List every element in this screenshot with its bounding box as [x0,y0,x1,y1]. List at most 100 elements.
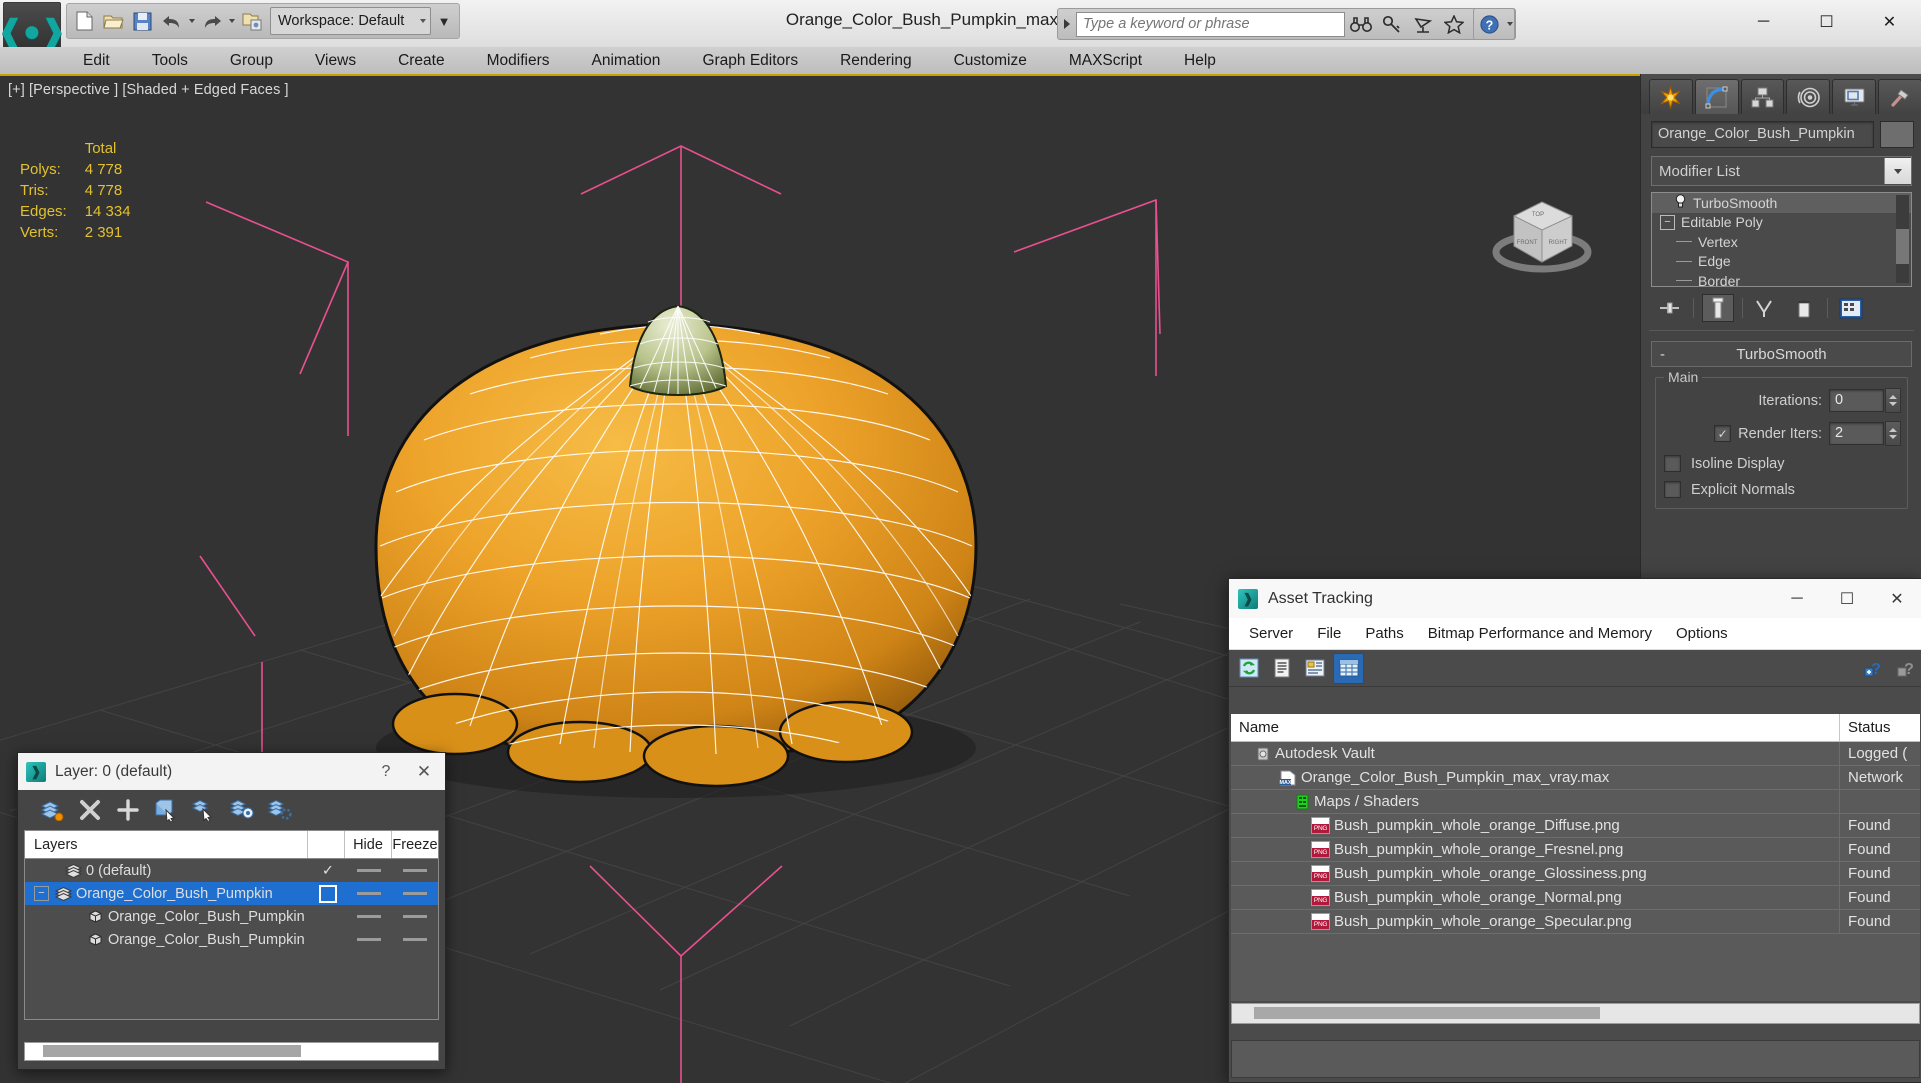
workspace-selector[interactable]: Workspace: Default [270,7,431,35]
maximize-button[interactable]: ☐ [1795,0,1858,44]
asset-minimize-button[interactable]: ─ [1772,580,1822,617]
layer-row[interactable]: Orange_Color_Bush_Pumpkin [25,928,438,951]
binoculars-icon[interactable] [1345,10,1376,39]
render-iters-checkbox[interactable]: ✓ [1714,425,1732,442]
modifier-stack-scrollbar[interactable] [1896,195,1909,283]
layer-hide-toggle[interactable] [346,938,392,941]
new-file-button[interactable] [71,7,98,35]
delete-x-icon[interactable] [78,798,102,822]
menu-item-edit[interactable]: Edit [62,47,131,74]
redo-button[interactable] [198,7,225,35]
menu-item-customize[interactable]: Customize [933,47,1048,74]
make-unique-icon[interactable] [1751,295,1781,321]
layer-close-button[interactable]: ✕ [403,755,445,789]
asset-grid[interactable]: Name Status Autodesk Vault Logged (MAX Ora… [1231,714,1920,1001]
tab-create[interactable] [1649,79,1693,114]
detail-view-icon[interactable] [1300,654,1329,683]
menu-item-create[interactable]: Create [377,47,466,74]
layer-row[interactable]: Orange_Color_Bush_Pumpkin [25,905,438,928]
iterations-spinner[interactable]: 0 [1829,388,1901,413]
undo-button[interactable] [158,7,185,35]
search-expand-button[interactable] [1058,10,1076,38]
asset-row[interactable]: Bush_pumpkin_whole_orange_Normal.png Foun… [1231,886,1920,910]
asset-menu-item-paths[interactable]: Paths [1353,618,1415,649]
asset-row[interactable]: MAX Orange_Color_Bush_Pumpkin_max_vray.ma… [1231,766,1920,790]
menu-item-group[interactable]: Group [209,47,294,74]
layer-freeze-toggle[interactable] [392,892,438,895]
collapse-icon[interactable]: - [1660,346,1665,363]
object-name-field[interactable]: Orange_Color_Bush_Pumpkin [1651,121,1874,148]
star-icon[interactable] [1438,10,1469,39]
scrollbar-thumb[interactable] [1896,229,1909,264]
asset-menu-item-options[interactable]: Options [1664,618,1740,649]
menu-item-animation[interactable]: Animation [571,47,682,74]
layer-row[interactable]: − Orange_Color_Bush_Pumpkin [25,882,438,905]
layer-hide-toggle[interactable] [346,869,392,872]
render-iters-spinner-arrows[interactable] [1885,421,1901,446]
asset-horizontal-scrollbar[interactable] [1231,1003,1920,1024]
modifier-stack-item-edge[interactable]: Edge [1652,252,1911,272]
set-project-folder-button[interactable] [238,7,265,35]
modifier-list-dropdown[interactable]: Modifier List [1651,156,1912,186]
open-file-button[interactable] [100,7,127,35]
workspace-menu-button[interactable]: ▼ [433,6,455,36]
asset-row[interactable]: Maps / Shaders [1231,790,1920,814]
layer-hide-toggle[interactable] [346,892,392,895]
chevron-down-icon[interactable] [1884,158,1911,184]
asset-row[interactable]: Autodesk Vault Logged ( [1231,742,1920,766]
layer-freeze-toggle[interactable] [392,869,438,872]
satellite-dish-icon[interactable] [1407,10,1438,39]
asset-tracking-dialog[interactable]: ❱ Asset Tracking ─ ☐ ✕ Server File Paths Bi… [1228,578,1921,1083]
list-lines-icon[interactable] [1267,654,1296,683]
menu-item-maxscript[interactable]: MAXScript [1048,47,1163,74]
modifier-stack-item-turbosmooth[interactable]: TurboSmooth [1652,193,1911,213]
asset-maximize-button[interactable]: ☐ [1822,580,1872,617]
asset-menu-item-server[interactable]: Server [1237,618,1305,649]
refresh-green-icon[interactable] [1234,654,1263,683]
trash-bin-icon[interactable] [1789,295,1819,321]
layer-freeze-toggle[interactable] [392,938,438,941]
highlight-selected-icon[interactable] [230,798,254,822]
object-color-swatch[interactable] [1880,121,1914,148]
iterations-spinner-arrows[interactable] [1885,388,1901,413]
layer-dialog[interactable]: ❱ Layer: 0 (default) ? ✕ Layers Hide Fre… [17,752,446,1070]
new-layer-icon[interactable] [40,798,64,822]
explicit-normals-row[interactable]: Explicit Normals [1664,481,1901,498]
iterations-value[interactable]: 0 [1829,389,1884,412]
search-input[interactable] [1076,11,1345,37]
asset-close-button[interactable]: ✕ [1872,580,1921,617]
minimize-button[interactable]: ─ [1732,0,1795,44]
menu-item-graph-editors[interactable]: Graph Editors [681,47,819,74]
question-circle-icon[interactable]: ? [1474,10,1505,39]
modifier-stack[interactable]: TurboSmooth − Editable Poly Vertex Edge Borde… [1651,192,1912,287]
layer-hide-toggle[interactable] [346,915,392,918]
question-blue-icon[interactable]: ? [1860,654,1889,683]
isoline-display-checkbox[interactable] [1664,455,1681,472]
modifier-stack-item-vertex[interactable]: Vertex [1652,232,1911,252]
key-icon[interactable] [1376,10,1407,39]
asset-row[interactable]: Bush_pumpkin_whole_orange_Glossiness.png… [1231,862,1920,886]
close-button[interactable]: ✕ [1858,0,1921,44]
select-objects-layer-icon[interactable] [154,798,178,822]
redo-dropdown-button[interactable] [227,7,236,35]
tab-modify[interactable] [1694,79,1739,114]
tab-display[interactable] [1832,79,1877,114]
expand-collapse-icon[interactable]: − [34,886,49,901]
save-file-button[interactable] [129,7,156,35]
help-dropdown-button[interactable] [1505,10,1514,38]
configure-sets-icon[interactable] [1836,295,1866,321]
tab-hierarchy[interactable] [1740,79,1785,114]
menu-item-views[interactable]: Views [294,47,377,74]
current-layer-box[interactable] [310,884,346,903]
layer-list[interactable]: 0 (default) ✓ − Orange_Color_Bush_Pumpkin Or… [24,858,439,1020]
viewport-label[interactable]: [+] [Perspective ] [Shaded + Edged Faces… [8,82,289,98]
asset-row[interactable]: Bush_pumpkin_whole_orange_Fresnel.png Fou… [1231,838,1920,862]
asset-menu-item-file[interactable]: File [1305,618,1353,649]
pin-icon[interactable] [1655,295,1685,321]
layer-freeze-toggle[interactable] [392,915,438,918]
grid-table-icon[interactable] [1333,652,1364,684]
layer-horizontal-scrollbar[interactable] [24,1042,439,1061]
select-highlighted-icon[interactable] [192,798,216,822]
light-bulb-icon[interactable] [1674,194,1687,211]
modifier-stack-item-editable-poly[interactable]: − Editable Poly [1652,213,1911,233]
